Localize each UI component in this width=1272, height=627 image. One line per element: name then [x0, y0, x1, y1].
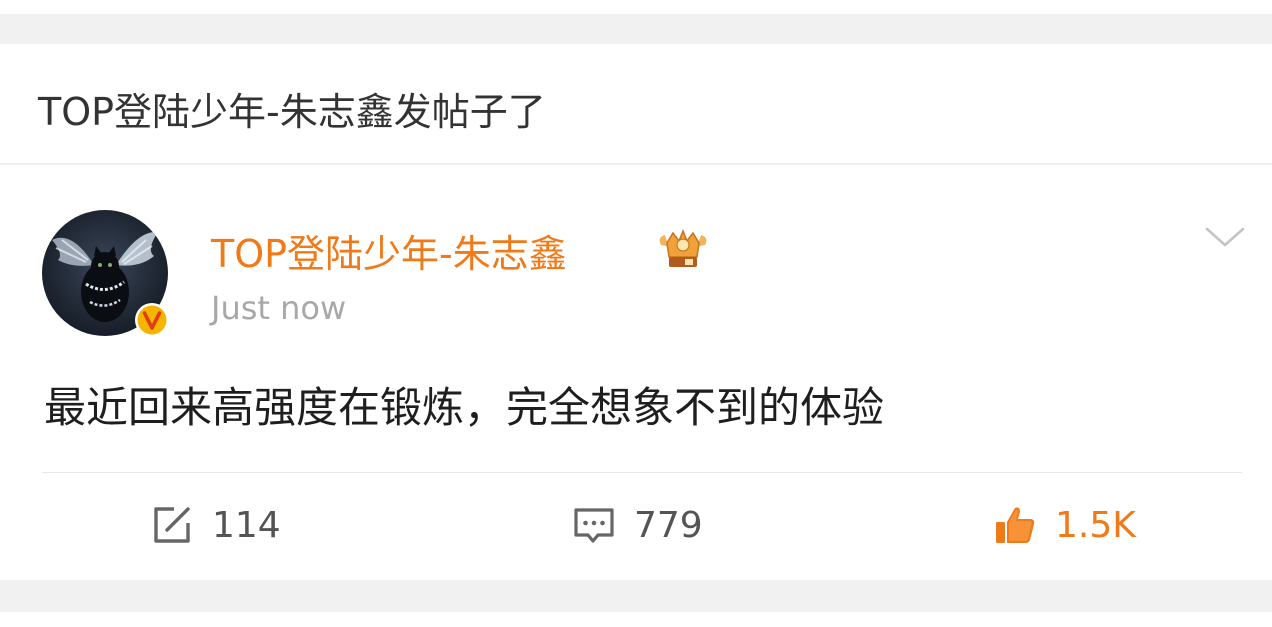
section-gap-bottom	[0, 580, 1272, 612]
repost-icon	[154, 507, 190, 543]
thumbs-up-icon	[996, 507, 1035, 543]
repost-count: 114	[212, 504, 281, 546]
like-button[interactable]: 1.5K	[993, 500, 1136, 550]
divider	[42, 472, 1242, 473]
post-card: TOP登陆少年-朱志鑫 Just now 最近回来高强度在锻炼，完全想象不到的体…	[0, 165, 1272, 580]
avatar[interactable]	[42, 210, 169, 337]
comment-icon	[574, 508, 614, 543]
author-name[interactable]: TOP登陆少年-朱志鑫	[211, 223, 567, 278]
repost-button[interactable]: 114	[150, 500, 281, 550]
verified-v-icon	[135, 303, 169, 337]
bottom-strip	[0, 612, 1272, 627]
post-content: 最近回来高强度在锻炼，完全想象不到的体验	[44, 383, 885, 432]
top-strip	[0, 0, 1272, 14]
comment-button[interactable]: 779	[572, 500, 703, 550]
chevron-down-icon[interactable]	[1204, 223, 1246, 251]
notification-bar[interactable]: TOP登陆少年-朱志鑫发帖子了	[0, 44, 1272, 164]
notification-text: TOP登陆少年-朱志鑫发帖子了	[38, 90, 546, 134]
section-gap	[0, 14, 1272, 44]
comment-count: 779	[634, 504, 703, 546]
crown-member-icon[interactable]	[655, 227, 711, 271]
post-time: Just now	[211, 289, 347, 327]
like-count: 1.5K	[1055, 504, 1136, 546]
